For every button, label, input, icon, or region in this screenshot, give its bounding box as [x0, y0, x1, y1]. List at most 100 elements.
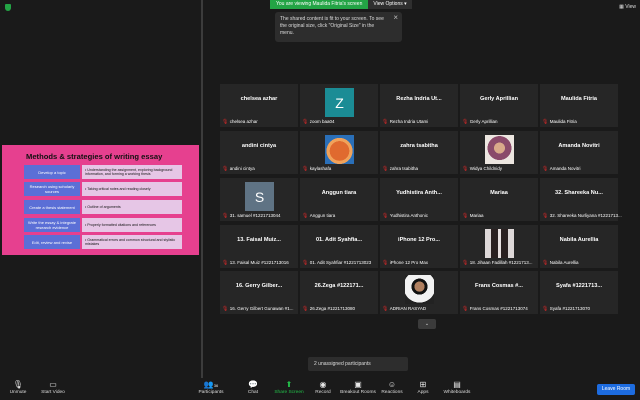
record-button[interactable]: ◉ Record [308, 379, 338, 395]
participant-tile[interactable]: 🎙 kaylashafa [300, 131, 378, 174]
breakout-rooms-button[interactable]: ▣ Breakout Rooms [340, 379, 376, 395]
camera-icon: ▭ [49, 380, 57, 389]
view-options-button[interactable]: View Options ▾ [368, 0, 412, 9]
participant-tile[interactable]: 01. Adit Syahfia... 🎙 01. Adit Syahfiar #… [300, 225, 378, 268]
participant-label: 🎙 Mariaa [462, 213, 484, 219]
participant-tile[interactable]: Yudhistira Anth... 🎙 Yudhistira Anthonic [380, 178, 458, 221]
participant-avatar: S [245, 182, 274, 211]
security-shield-icon[interactable] [5, 4, 11, 11]
participant-tile[interactable]: Mariaa 🎙 Mariaa [460, 178, 538, 221]
slide-step: Develop a topic [24, 165, 80, 179]
participant-tile[interactable]: zahra tsabitha 🎙 zahra tsabitha [380, 131, 458, 174]
participant-tile[interactable]: 🎙 Widya Childnidy [460, 131, 538, 174]
breakout-rooms-icon: ▣ [354, 380, 362, 389]
participant-label: 🎙 Anggun tiara [302, 213, 335, 219]
participant-tile[interactable]: Nabila Aurellia 🎙 Nabila Aurellia [540, 225, 618, 268]
participant-label-text: kaylashafa [309, 166, 332, 171]
participant-label: 🎙 andini cintya [222, 166, 255, 172]
participant-label-text: 16. Gerry Gilbert Gunawan #1... [229, 306, 294, 311]
muted-mic-icon: 🎙 [462, 260, 470, 266]
participant-name: Gerly Aprillian [479, 96, 519, 102]
split-divider[interactable] [201, 0, 203, 378]
muted-mic-icon: 🎙 [542, 306, 550, 312]
participant-tile[interactable]: Rezha Indria Ut... 🎙 Rezha Indria Utami [380, 84, 458, 127]
screen-share-banner: You are viewing Maulida Fitria's screen … [270, 0, 412, 9]
participant-tile[interactable]: 🎙 18. Jihaan Fadillah #1221713... [460, 225, 538, 268]
slide-detail: • Understanding the assignment, explorin… [82, 165, 182, 179]
unassigned-participants-notice[interactable]: 2 unassigned participants [308, 357, 408, 371]
participant-label: 🎙 18. Jihaan Fadillah #1221713... [462, 260, 533, 266]
muted-mic-icon: 🎙 [382, 119, 390, 125]
participant-tile[interactable]: 🎙 ADRIAN RASYAD [380, 271, 458, 314]
participant-label-text: Widya Childnidy [469, 166, 503, 171]
muted-mic-icon: 🎙 [222, 260, 230, 266]
close-icon[interactable]: × [393, 14, 398, 22]
participant-tile[interactable]: Maulida Fitria 🎙 Maulida Fitria [540, 84, 618, 127]
unmute-label: Unmute [9, 390, 27, 395]
muted-mic-icon: 🎙 [302, 306, 310, 312]
participant-tile[interactable]: Amanda Novitri 🎙 Amanda Novitri [540, 131, 618, 174]
leave-room-button[interactable]: Leave Room [597, 384, 635, 395]
participant-label-text: 01. Adit Syahfiar #1221713023 [309, 260, 372, 265]
whiteboards-button[interactable]: ▤ Whiteboards [442, 379, 472, 395]
reactions-button[interactable]: ☺ Reactions [377, 379, 407, 395]
participant-tile[interactable]: 13. Faisal Muiz... 🎙 13. Faisal Muiz #122… [220, 225, 298, 268]
slide-detail: • Properly formatted citations and refer… [82, 218, 182, 232]
slide-row: Edit, review and revise • Grammatical er… [24, 235, 182, 249]
chat-button[interactable]: 💬 Chat [238, 379, 268, 395]
participant-tile[interactable]: S 🎙 31. samuel #1221713044 [220, 178, 298, 221]
participant-label-text: Maulida Fitria [549, 119, 577, 124]
participant-name: Mariaa [490, 190, 508, 196]
viewing-label: You are viewing Maulida Fitria's screen [270, 0, 369, 9]
participant-tile[interactable]: Anggun tiara 🎙 Anggun tiara [300, 178, 378, 221]
share-screen-button[interactable]: ⬆ Share Screen [274, 379, 304, 395]
muted-mic-icon: 🎙 [542, 260, 550, 266]
participant-tile[interactable]: 16. Gerry Gilber... 🎙 16. Gerry Gilbert G… [220, 271, 298, 314]
participant-tile[interactable]: chelsea azhar 🎙 chelsea azhar [220, 84, 298, 127]
view-button[interactable]: ▦ View [619, 4, 636, 10]
muted-mic-icon: 🎙 [382, 306, 390, 312]
slide-step: Write the essay & integrate research evi… [24, 218, 80, 232]
participant-label: 🎙 kaylashafa [302, 166, 331, 172]
participants-icon: 👥36 [203, 380, 219, 389]
participant-label-text: Anggun tiara [309, 213, 336, 218]
participant-label: 🎙 Nabila Aurellia [542, 260, 579, 266]
participant-name: chelsea azhar [240, 96, 278, 102]
participant-label-text: 26.Zega #1221713080 [309, 306, 356, 311]
participant-name: 16. Gerry Gilber... [235, 283, 283, 289]
participant-name: Nabila Aurellia [559, 237, 599, 243]
muted-mic-icon: 🎙 [302, 166, 310, 172]
participant-avatar: Z [325, 88, 354, 117]
participant-label-text: 13. Faisal Muiz #1221713016 [229, 260, 289, 265]
participant-label: 🎙 26.Zega #1221713080 [302, 306, 355, 312]
breakout-rooms-label: Breakout Rooms [340, 390, 376, 395]
participant-label-text: Syafa #1221713070 [549, 306, 591, 311]
muted-mic-icon: 🎙 [462, 166, 470, 172]
participant-name: 32. Shareeka Nu... [555, 190, 603, 196]
participant-tile[interactable]: iPhone 12 Pro... 🎙 iPhone 12 Pro Max [380, 225, 458, 268]
participant-label-text: 31. samuel #1221713044 [229, 213, 281, 218]
apps-button[interactable]: ⊞ Apps [408, 379, 438, 395]
participant-tile[interactable]: Z 🎙 zoom baa04 [300, 84, 378, 127]
unmute-button[interactable]: 🎙 Unmute [3, 379, 33, 395]
start-video-button[interactable]: ▭ Start Video [38, 379, 68, 395]
participant-label-text: Mariaa [469, 213, 484, 218]
muted-mic-icon: 🎙 [542, 166, 550, 172]
participants-button[interactable]: 👥36 Participants [196, 379, 226, 395]
participant-tile[interactable]: 26.Zega #122171... 🎙 26.Zega #1221713080 [300, 271, 378, 314]
tooltip-text: The shared content is fit to your screen… [280, 16, 384, 36]
participant-name: zahra tsabitha [400, 143, 438, 149]
participant-tile[interactable]: Syafa #1221713... 🎙 Syafa #1221713070 [540, 271, 618, 314]
chevron-down-icon[interactable]: ⌄ [418, 319, 436, 329]
participant-label-text: 18. Jihaan Fadillah #1221713... [469, 260, 533, 265]
participant-avatar [325, 135, 354, 164]
participant-tile[interactable]: 32. Shareeka Nu... 🎙 32. Shareeka Nurliya… [540, 178, 622, 221]
participant-name: 26.Zega #122171... [314, 283, 364, 289]
participant-tile[interactable]: Frans Cosmas #... 🎙 Frans Cosmas #1221713… [460, 271, 538, 314]
whiteboard-icon: ▤ [453, 380, 461, 389]
participant-label: 🎙 Frans Cosmas #1221713074 [462, 306, 528, 312]
slide-detail: • Taking critical notes and reading clos… [82, 182, 182, 196]
participant-tile[interactable]: andini cintya 🎙 andini cintya [220, 131, 298, 174]
participant-tile[interactable]: Gerly Aprillian 🎙 Gerly Aprillian [460, 84, 538, 127]
muted-mic-icon: 🎙 [302, 260, 310, 266]
